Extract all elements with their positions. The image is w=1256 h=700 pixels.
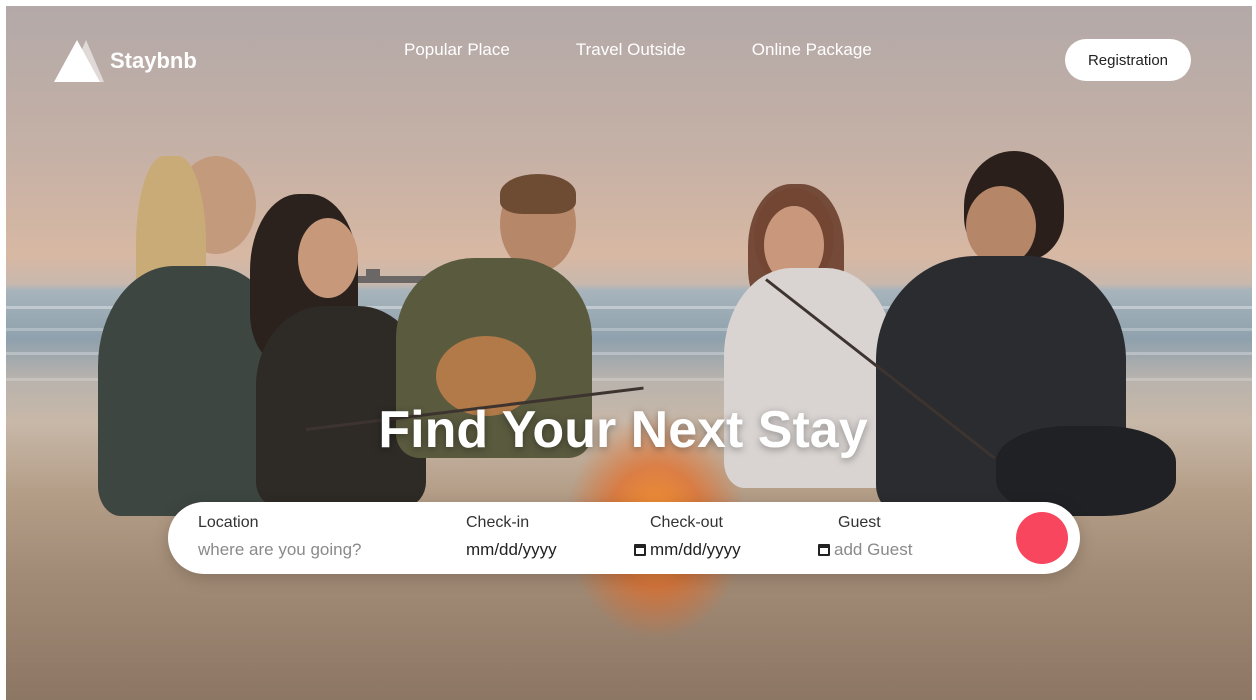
nav-link-online-package[interactable]: Online Package (752, 40, 872, 60)
checkin-field[interactable]: Check-in mm/dd/yyyy (466, 514, 557, 560)
calendar-icon[interactable] (634, 544, 646, 556)
checkin-value: mm/dd/yyyy (466, 540, 557, 559)
search-bar: Location where are you going? Check-in m… (168, 502, 1080, 574)
nav-links: Popular Place Travel Outside Online Pack… (404, 40, 938, 60)
guest-placeholder: add Guest (834, 540, 913, 559)
hero-headline: Find Your Next Stay (378, 401, 868, 459)
checkout-value: mm/dd/yyyy (650, 540, 741, 559)
checkout-label: Check-out (650, 514, 723, 531)
checkout-field[interactable]: Check-out mm/dd/yyyy (634, 514, 741, 560)
location-label: Location (198, 514, 259, 531)
checkin-input[interactable]: mm/dd/yyyy (466, 540, 557, 560)
location-input[interactable]: where are you going? (198, 540, 362, 560)
nav-link-popular-place[interactable]: Popular Place (404, 40, 510, 60)
location-field[interactable]: Location where are you going? (198, 514, 362, 560)
registration-button[interactable]: Registration (1065, 39, 1191, 81)
checkout-input[interactable]: mm/dd/yyyy (634, 540, 741, 560)
calendar-icon[interactable] (818, 544, 830, 556)
triangle-logo-icon (54, 40, 104, 82)
brand-logo[interactable]: Staybnb (54, 40, 197, 82)
guest-input[interactable]: add Guest (818, 540, 912, 560)
search-button[interactable] (1016, 512, 1068, 564)
nav-link-travel-outside[interactable]: Travel Outside (576, 40, 686, 60)
guest-field[interactable]: Guest add Guest (818, 514, 912, 560)
checkin-label: Check-in (466, 514, 530, 531)
top-navigation: Staybnb Popular Place Travel Outside Onl… (0, 0, 1246, 120)
guest-label: Guest (838, 514, 881, 531)
brand-name: Staybnb (110, 48, 197, 73)
